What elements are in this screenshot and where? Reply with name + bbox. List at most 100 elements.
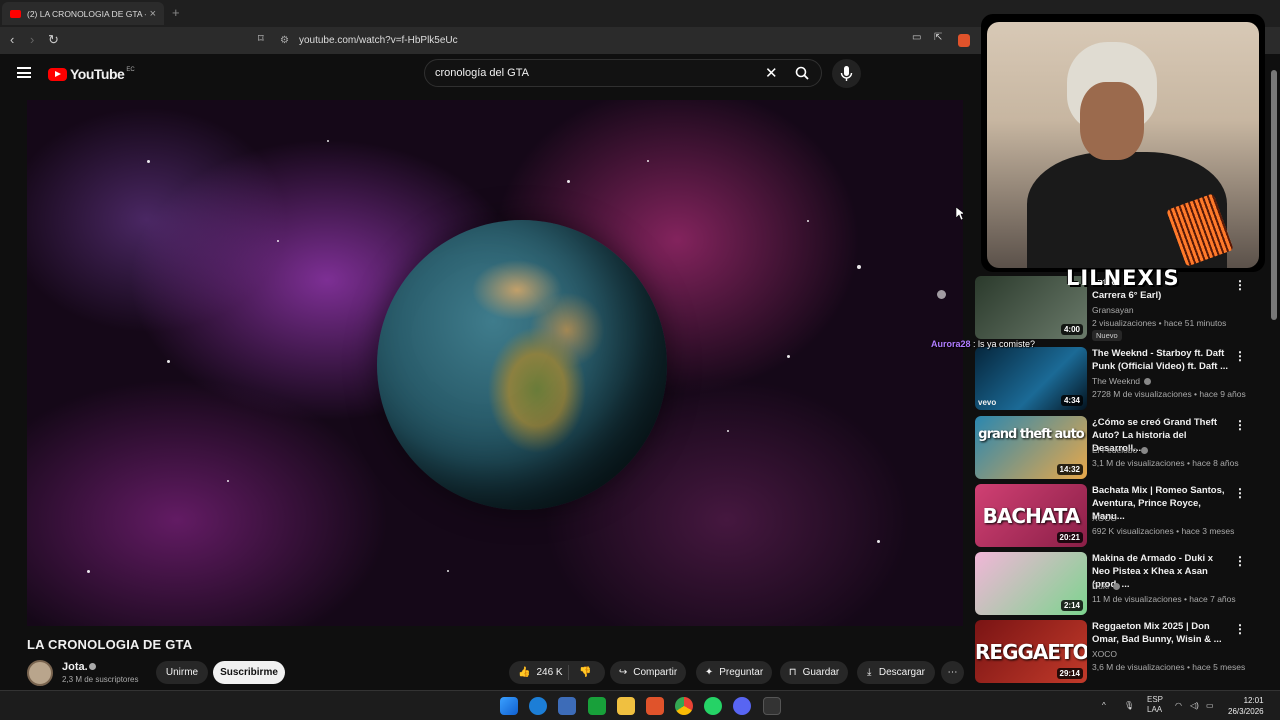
back-icon[interactable]: ‹ [10, 32, 14, 47]
microphone-tray-icon[interactable]: 🎙 [1124, 701, 1134, 710]
list-item[interactable]: 2:14 Makina de Armado - Duki x Neo Piste… [974, 552, 1270, 618]
video-thumbnail[interactable]: 2:14 [975, 552, 1087, 615]
video-thumbnail[interactable]: BACHATA 20:21 [975, 484, 1087, 547]
dislike-button[interactable]: 👎 [569, 667, 591, 678]
video-thumbnail[interactable]: REGGAETON 29:14 [975, 620, 1087, 683]
microphone-icon [840, 66, 853, 81]
obs-icon[interactable] [763, 697, 781, 715]
voice-search-button[interactable] [832, 59, 861, 88]
chat-message: Aurora28 : ls ya comiste? [931, 339, 1035, 349]
like-button[interactable]: 👍 246 K [509, 665, 569, 680]
video-title[interactable]: The Weeknd - Starboy ft. Daft Punk (Offi… [1092, 347, 1228, 373]
channel-avatar[interactable] [27, 660, 53, 686]
search-icon[interactable] [795, 66, 809, 80]
show-hidden-icons-icon[interactable]: ^ [1102, 701, 1106, 710]
channel-name[interactable]: XOCO [1092, 513, 1117, 523]
video-title: LA CRONOLOGIA DE GTA [27, 637, 193, 652]
list-item[interactable]: REGGAETON 29:14 Reggaeton Mix 2025 | Don… [974, 620, 1270, 686]
earth-globe-image [377, 220, 667, 510]
more-vertical-icon[interactable]: ⋮ [1234, 622, 1246, 636]
search-input[interactable]: cronología del GTA ✕ [424, 59, 822, 87]
channel-name[interactable]: El Fedelobo [1092, 445, 1149, 455]
video-title[interactable]: Carrera 6° Earl) [1092, 289, 1228, 302]
like-count: 246 K [536, 667, 563, 678]
edge-icon[interactable] [529, 697, 547, 715]
thumbs-down-icon: 👎 [579, 667, 592, 678]
channel-name[interactable]: Jota. [62, 661, 88, 673]
video-player[interactable] [27, 100, 963, 626]
site-info-icon[interactable]: ⚙ [280, 35, 289, 46]
channel-name[interactable]: Gransayan [1092, 305, 1134, 315]
share-page-icon[interactable]: ⇱ [934, 32, 942, 43]
chat-separator: : [970, 339, 979, 349]
chrome-icon[interactable] [675, 697, 693, 715]
webcam-feed [987, 22, 1259, 268]
video-meta: 3,6 M de visualizaciones • hace 5 meses [1092, 662, 1246, 672]
ask-button[interactable]: ✦ Preguntar [696, 661, 772, 684]
search-query: cronología del GTA [435, 67, 529, 79]
more-vertical-icon[interactable]: ⋮ [1234, 418, 1246, 432]
list-item[interactable]: vevo 4:34 The Weeknd - Starboy ft. Daft … [974, 347, 1270, 413]
video-meta: 3,1 M de visualizaciones • hace 8 años [1092, 458, 1239, 468]
download-button[interactable]: ⤓ Descargar [857, 661, 935, 684]
thumbnail-label: REGGAETON [975, 640, 1087, 664]
webcam-overlay [981, 14, 1265, 272]
chat-text: ls ya comiste? [978, 339, 1036, 349]
reload-icon[interactable]: ↻ [48, 32, 59, 48]
save-button[interactable]: ⊓ Guardar [780, 661, 848, 684]
video-thumbnail[interactable]: grand theft auto 14:32 [975, 416, 1087, 479]
streamer-name: LILNEXIS [1066, 266, 1180, 290]
video-title[interactable]: Reggaeton Mix 2025 | Don Omar, Bad Bunny… [1092, 620, 1228, 646]
close-tab-icon[interactable]: × [150, 8, 156, 20]
wifi-icon[interactable]: ◠ [1175, 701, 1182, 710]
share-button[interactable]: ↪ Compartir [610, 661, 686, 684]
address-bar[interactable]: ⚙ youtube.com/watch?v=f-HbPlk5eUc [280, 31, 980, 50]
more-vertical-icon[interactable]: ⋮ [1234, 278, 1246, 292]
channel-name[interactable]: XOCO [1092, 649, 1117, 659]
thumbnail-label: grand theft auto [978, 427, 1084, 442]
browser-tab[interactable]: (2) LA CRONOLOGIA DE GTA - Yo × [2, 2, 164, 25]
video-thumbnail[interactable]: vevo 4:34 [975, 347, 1087, 410]
page-scrollbar[interactable] [1271, 60, 1277, 680]
language-indicator[interactable]: ESP LAA [1147, 695, 1163, 715]
channel-name[interactable]: The Weeknd [1092, 376, 1152, 386]
verified-icon [89, 663, 96, 670]
menu-icon[interactable] [17, 67, 31, 78]
xbox-icon[interactable] [588, 697, 606, 715]
bookmark-save-icon: ⊓ [788, 666, 797, 678]
start-icon[interactable] [500, 697, 518, 715]
whatsapp-icon[interactable] [704, 697, 722, 715]
person-face [1080, 82, 1144, 160]
clear-search-icon[interactable]: ✕ [765, 64, 778, 82]
scrollbar-thumb[interactable] [1271, 70, 1277, 320]
battery-icon[interactable]: ▭ [1206, 701, 1214, 710]
more-vertical-icon[interactable]: ⋮ [1234, 349, 1246, 363]
more-vertical-icon[interactable]: ⋮ [1234, 486, 1246, 500]
bookmark-icon[interactable]: ⌑ [258, 32, 264, 45]
like-dislike-group: 👍 246 K 👎 [509, 661, 605, 684]
thumbnail-label: BACHATA [982, 504, 1081, 528]
new-tab-button[interactable]: + [172, 5, 180, 20]
more-actions-button[interactable]: ⋯ [941, 661, 964, 684]
share-icon: ↪ [618, 666, 628, 678]
brave-shield-icon[interactable] [958, 34, 970, 47]
more-vertical-icon[interactable]: ⋮ [1234, 554, 1246, 568]
subscribe-button[interactable]: Suscribirme [213, 661, 285, 684]
list-item[interactable]: BACHATA 20:21 Bachata Mix | Romeo Santos… [974, 484, 1270, 550]
channel-name[interactable]: Duki [1092, 581, 1121, 591]
discord-icon[interactable] [733, 697, 751, 715]
system-clock[interactable]: 12:01 26/3/2026 [1228, 695, 1264, 717]
list-item[interactable]: grand theft auto 14:32 ¿Cómo se creó Gra… [974, 416, 1270, 482]
forward-icon[interactable]: › [30, 32, 34, 47]
more-horizontal-icon: ⋯ [947, 667, 958, 678]
url-text: youtube.com/watch?v=f-HbPlk5eUc [298, 35, 458, 46]
store-icon[interactable] [558, 697, 576, 715]
join-button[interactable]: Unirme [156, 661, 208, 684]
youtube-play-icon [48, 67, 67, 81]
cast-icon[interactable]: ▭ [912, 32, 921, 43]
volume-icon[interactable]: ◁) [1190, 701, 1199, 710]
folder-icon[interactable] [617, 697, 635, 715]
youtube-logo[interactable]: YouTube EC [48, 66, 135, 82]
brave-icon[interactable] [646, 697, 664, 715]
thumbs-up-icon: 👍 [518, 667, 531, 678]
